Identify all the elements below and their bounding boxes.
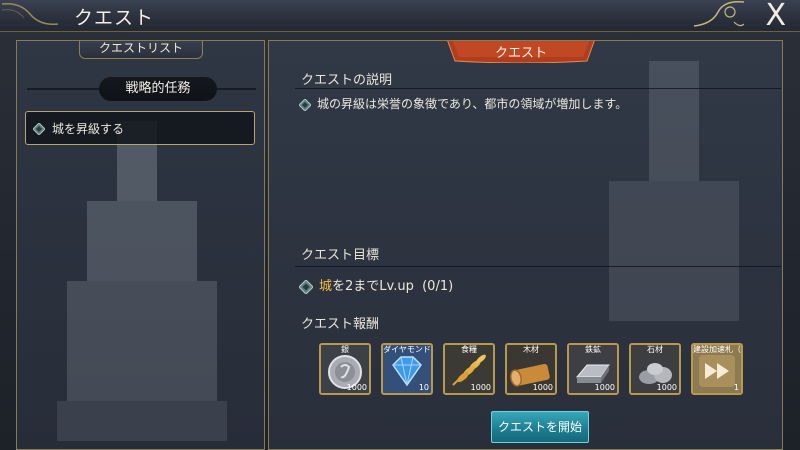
goal-title: クエスト目標 <box>301 248 380 263</box>
reward-count: 1000 <box>346 383 367 392</box>
reward-item-food[interactable]: 食糧 1000 <box>443 343 495 395</box>
reward-count: 10 <box>418 383 429 392</box>
title-bar: クエスト X <box>0 0 800 33</box>
quest-goal: 城を2までLv.up (0/1) <box>299 275 453 294</box>
quest-window: クエスト X クエストリスト 戦略的任務 城を昇級する クエスト クエストの説明… <box>0 0 800 450</box>
diamond-bullet-icon <box>299 98 311 111</box>
diamond-bullet-icon <box>33 123 45 135</box>
castle-background-image <box>57 121 227 441</box>
category-label: 戦略的任務 <box>99 77 217 101</box>
description-text: 城の昇級は栄誉の象徴であり、都市の領域が増加します。 <box>317 97 628 111</box>
goal-text: を2までLv.up <box>332 279 414 294</box>
reward-item-build-speedup[interactable]: 建設加速札（ 1 <box>691 343 743 395</box>
reward-name: ダイヤモンド <box>383 345 431 354</box>
quest-detail-panel: クエスト クエストの説明 城の昇級は栄誉の象徴であり、都市の領域が増加します。 … <box>268 40 783 450</box>
quest-list-panel: クエストリスト 戦略的任務 城を昇級する <box>16 40 265 450</box>
close-icon[interactable]: X <box>765 0 786 33</box>
reward-name: 食糧 <box>461 345 477 354</box>
close-button[interactable]: X <box>742 0 794 33</box>
goal-target: 城 <box>319 279 333 294</box>
reward-name: 建設加速札（ <box>693 345 741 354</box>
title-ornament <box>1 2 59 26</box>
goal-progress: (0/1) <box>422 279 454 294</box>
reward-name: 銀 <box>341 345 349 354</box>
reward-item-iron[interactable]: 鉄鉱 1000 <box>567 343 619 395</box>
reward-count: 1000 <box>656 383 677 392</box>
reward-count: 1000 <box>594 383 615 392</box>
quest-detail-tab-label: クエスト <box>494 46 547 61</box>
reward-item-stone[interactable]: 石材 1000 <box>629 343 681 395</box>
goal-divider <box>295 266 781 267</box>
quest-description: 城の昇級は栄誉の象徴であり、都市の領域が増加します。 <box>299 95 627 112</box>
reward-list: 銀 1000 ダイヤモンド 10 食糧 1000 木材 1000 鉄鉱 1000… <box>319 343 759 397</box>
close-ornament <box>693 0 744 27</box>
window-title: クエスト <box>74 7 155 29</box>
reward-name: 石材 <box>647 345 663 354</box>
reward-item-silver[interactable]: 銀 1000 <box>319 343 371 395</box>
start-quest-button[interactable]: クエストを開始 <box>491 411 589 443</box>
reward-title: クエスト報酬 <box>301 317 380 332</box>
description-title: クエストの説明 <box>301 73 393 88</box>
description-divider <box>295 88 781 89</box>
reward-item-wood[interactable]: 木材 1000 <box>505 343 557 395</box>
reward-item-diamond[interactable]: ダイヤモンド 10 <box>381 343 433 395</box>
reward-name: 木材 <box>523 345 539 354</box>
quest-list-item[interactable]: 城を昇級する <box>25 111 255 145</box>
reward-count: 1 <box>733 383 739 392</box>
diamond-bullet-icon <box>299 279 313 294</box>
reward-count: 1000 <box>532 383 553 392</box>
reward-count: 1000 <box>470 383 491 392</box>
reward-name: 鉄鉱 <box>585 345 601 354</box>
quest-detail-tab: クエスト <box>447 41 595 64</box>
quest-list-item-label: 城を昇級する <box>52 122 125 136</box>
quest-list-tab: クエストリスト <box>79 41 203 59</box>
